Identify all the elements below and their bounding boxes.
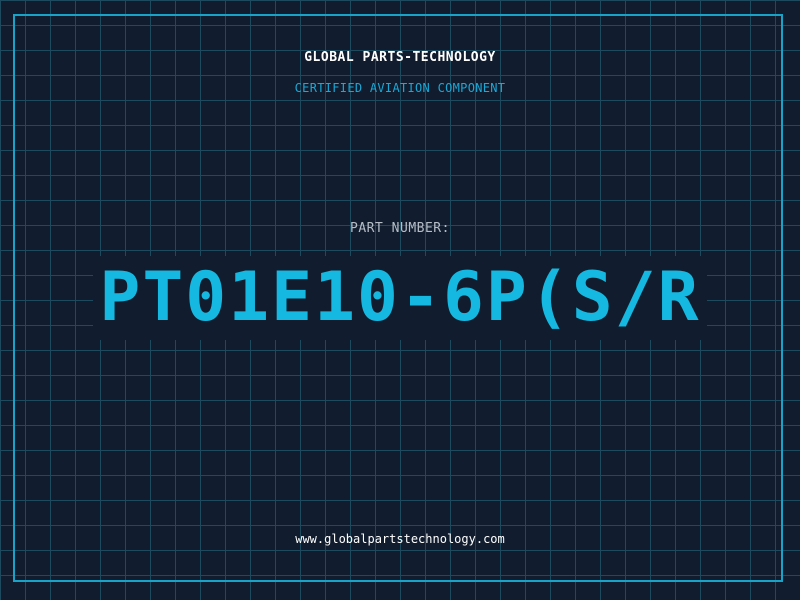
tagline: CERTIFIED AVIATION COMPONENT: [294, 81, 506, 95]
part-number-label: PART NUMBER:: [350, 221, 450, 236]
part-number-band: PT01E10-6P(S/R: [0, 256, 800, 340]
company-name: GLOBAL PARTS-TECHNOLOGY: [304, 50, 496, 65]
part-number-value: PT01E10-6P(S/R: [93, 256, 707, 340]
website-url: www.globalpartstechnology.com: [295, 532, 505, 546]
